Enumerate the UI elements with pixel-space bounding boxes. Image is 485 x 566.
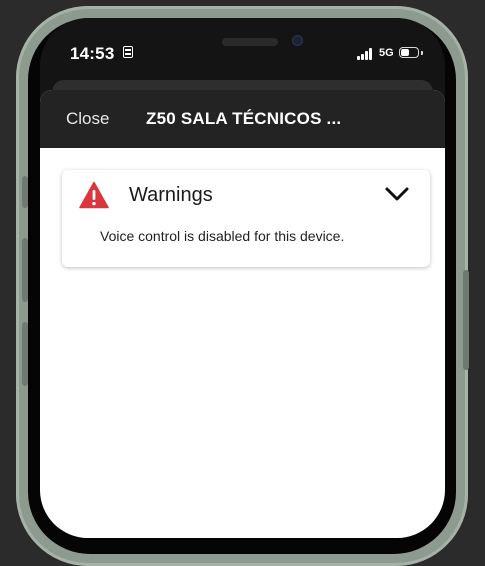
- sheet-header: Close Z50 SALA TÉCNICOS ...: [40, 90, 445, 148]
- device-sheet: Close Z50 SALA TÉCNICOS ... Warnings Voi…: [40, 90, 445, 538]
- contact-card-icon: [123, 46, 133, 58]
- battery-tip: [421, 51, 423, 55]
- mute-switch: [22, 176, 28, 208]
- phone-screen: 14:53 5G Close Z50 SALA TÉCNICOS ... War…: [40, 18, 445, 538]
- power-button: [463, 270, 469, 370]
- warnings-title: Warnings: [129, 184, 213, 206]
- status-bar: 14:53 5G: [40, 18, 445, 80]
- battery-icon: [399, 47, 419, 58]
- close-button[interactable]: Close: [66, 109, 109, 129]
- front-camera: [292, 35, 303, 46]
- warnings-card[interactable]: Warnings Voice control is disabled for t…: [62, 170, 430, 267]
- chevron-down-icon[interactable]: [384, 184, 410, 204]
- status-time: 14:53: [70, 44, 115, 63]
- warning-triangle-icon: [79, 181, 109, 209]
- warning-message: Voice control is disabled for this devic…: [100, 228, 345, 244]
- sheet-title: Z50 SALA TÉCNICOS ...: [146, 109, 342, 128]
- network-type: 5G: [379, 47, 394, 59]
- speaker-grille: [222, 38, 278, 46]
- signal-icon: [357, 48, 375, 60]
- battery-fill: [401, 49, 410, 56]
- volume-down-button: [22, 322, 28, 386]
- volume-up-button: [22, 238, 28, 302]
